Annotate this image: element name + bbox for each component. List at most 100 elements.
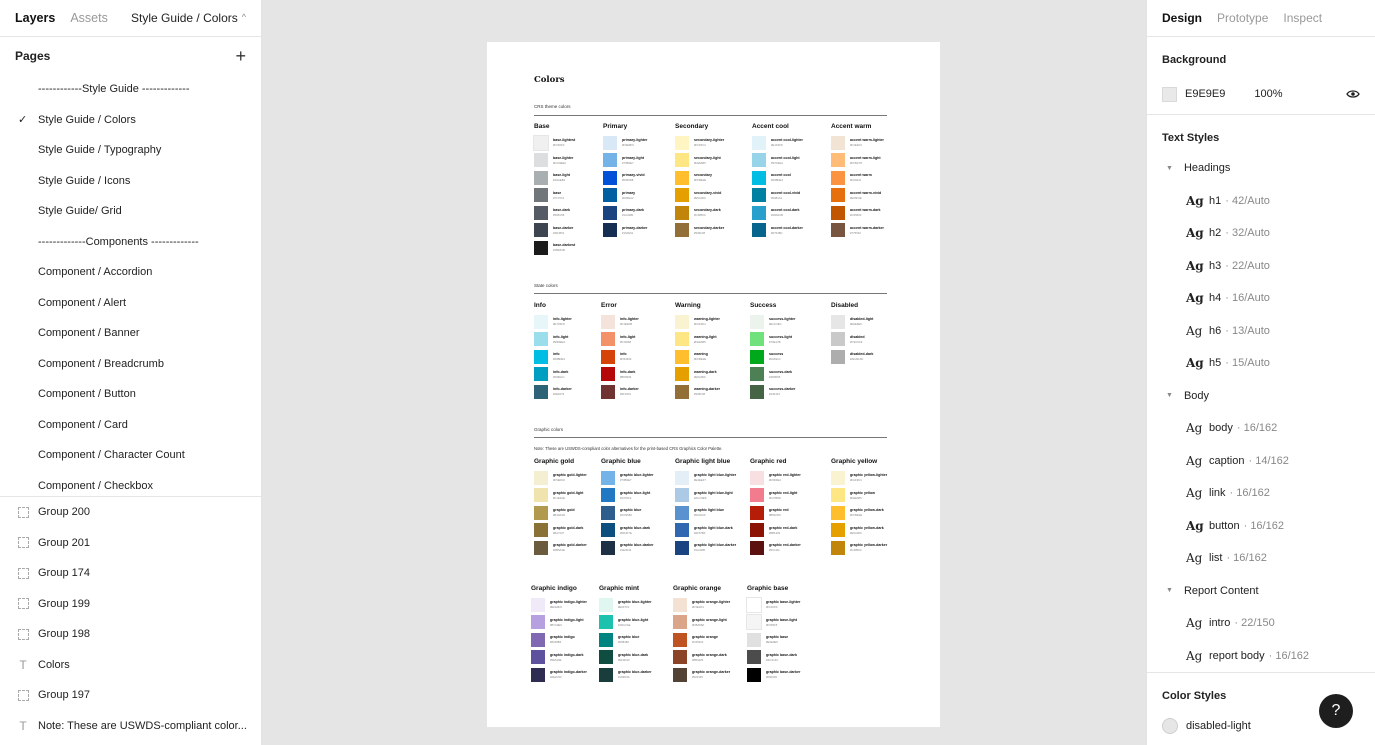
swatch-chip[interactable] [601, 314, 615, 329]
tab-inspect[interactable]: Inspect [1283, 11, 1322, 25]
swatch-chip[interactable] [603, 188, 617, 203]
color-swatch[interactable]: info-lighter #E7F6F8 [534, 313, 604, 331]
triangle-down-icon[interactable]: ▼ [1166, 392, 1173, 399]
swatch-chip[interactable] [599, 615, 613, 630]
color-swatch[interactable]: accent cool #00BDE3 [752, 169, 822, 187]
page-item[interactable]: -------------Components ------------- [0, 227, 261, 258]
swatch-chip[interactable] [673, 597, 687, 612]
color-swatch[interactable]: accent warm-dark #C05600 [831, 204, 901, 222]
text-style-item[interactable]: Ag caption · 14/162 [1147, 445, 1375, 478]
color-swatch[interactable]: info #D54309 [601, 348, 671, 366]
color-swatch[interactable]: graphic indigo #8168B3 [531, 631, 601, 649]
color-swatch[interactable]: graphic base-darker #000000 [747, 666, 817, 684]
text-style-group[interactable]: ▼ Report Content [1147, 575, 1375, 608]
page-item[interactable]: Component / Banner [0, 318, 261, 349]
swatch-chip[interactable] [831, 205, 845, 220]
swatch-chip[interactable] [534, 332, 548, 347]
layer-row[interactable]: Group 200 [0, 497, 261, 528]
color-swatch[interactable]: info #00BDE3 [534, 348, 604, 366]
color-swatch[interactable]: graphic base-light #F5F5F5 [746, 614, 817, 632]
swatch-chip[interactable] [675, 470, 689, 485]
page-item[interactable]: Style Guide/ Grid [0, 196, 261, 227]
color-swatch[interactable]: graphic indigo-darker #2E2C50 [531, 666, 601, 684]
swatch-chip[interactable] [534, 349, 548, 364]
swatch-chip[interactable] [534, 188, 548, 203]
color-swatch[interactable]: secondary-darker #936F38 [675, 222, 745, 240]
swatch-chip[interactable] [534, 470, 548, 485]
color-swatch[interactable]: graphic red-lighter #F8DFE2 [750, 469, 820, 487]
text-style-item[interactable]: Ag h4 · 16/Auto [1147, 282, 1375, 315]
swatch-chip[interactable] [752, 135, 766, 150]
swatch-chip[interactable] [831, 153, 845, 168]
page-item[interactable]: ------------Style Guide ------------- [0, 74, 261, 105]
text-style-item[interactable]: Ag h1 · 42/Auto [1147, 185, 1375, 218]
swatch-chip[interactable] [831, 523, 845, 538]
layer-row[interactable]: Group 174 [0, 558, 261, 589]
color-swatch[interactable]: graphic blue-light #2378C3 [601, 487, 671, 505]
swatch-chip[interactable] [601, 523, 615, 538]
swatch-chip[interactable] [675, 384, 689, 399]
color-swatch[interactable]: graphic gold-lighter #F5EFD2 [534, 469, 604, 487]
swatch-chip[interactable] [603, 135, 617, 150]
background-opacity[interactable]: 100% [1254, 88, 1282, 100]
text-style-item[interactable]: Ag intro · 22/150 [1147, 607, 1375, 640]
text-style-item[interactable]: Ag list · 16/162 [1147, 542, 1375, 575]
page-item[interactable]: ✓ Style Guide / Colors [0, 105, 261, 136]
swatch-chip[interactable] [747, 632, 761, 647]
swatch-chip[interactable] [675, 135, 689, 150]
canvas[interactable]: Colors CRS theme colors State colors Gra… [262, 0, 1146, 745]
swatch-chip[interactable] [531, 615, 545, 630]
color-swatch[interactable]: accent warm-lighter #F2E4D4 [831, 134, 901, 152]
color-swatch[interactable]: graphic indigo-lighter #EFE9F8 [531, 596, 601, 614]
swatch-chip[interactable] [601, 367, 615, 382]
color-swatch[interactable]: graphic blue-dark #0D4F7E [601, 522, 671, 540]
swatch-chip[interactable] [534, 488, 548, 503]
swatch-chip[interactable] [750, 488, 764, 503]
tab-prototype[interactable]: Prototype [1217, 11, 1268, 25]
swatch-chip[interactable] [531, 632, 545, 647]
color-swatch[interactable]: base-dark #565C65 [534, 204, 604, 222]
swatch-chip[interactable] [831, 540, 845, 555]
swatch-chip[interactable] [675, 205, 689, 220]
color-swatch[interactable]: graphic base #E0E0E0 [747, 631, 817, 649]
color-swatch[interactable]: accent cool-darker #07648D [752, 222, 822, 240]
color-swatch[interactable]: accent warm-vivid #E66F0E [831, 187, 901, 205]
color-swatch[interactable]: graphic red-darker #5C1111 [750, 539, 820, 557]
color-swatch[interactable]: success-lighter #ECF3EC [750, 313, 820, 331]
swatch-chip[interactable] [534, 153, 548, 168]
color-swatch[interactable]: accent cool-vivid #0081A1 [752, 187, 822, 205]
swatch-chip[interactable] [675, 367, 689, 382]
color-swatch[interactable]: success #00A91C [750, 348, 820, 366]
page-item[interactable]: Style Guide / Typography [0, 135, 261, 166]
background-color-chip[interactable] [1162, 86, 1177, 102]
color-swatch[interactable]: warning-lighter #FAF3D1 [675, 313, 745, 331]
color-swatch[interactable]: graphic light blue-light #ACC9E6 [675, 487, 745, 505]
swatch-chip[interactable] [752, 170, 766, 185]
eye-icon[interactable] [1346, 89, 1360, 99]
color-swatch[interactable]: graphic blue #008480 [599, 631, 669, 649]
page-item[interactable]: Component / Button [0, 379, 261, 410]
swatch-chip[interactable] [534, 170, 548, 185]
text-style-group[interactable]: ▼ Headings [1147, 152, 1375, 185]
page-item[interactable]: Style Guide / Icons [0, 166, 261, 197]
text-style-item[interactable]: Ag h3 · 22/Auto [1147, 250, 1375, 283]
text-style-item[interactable]: Ag report body · 16/162 [1147, 640, 1375, 673]
color-swatch[interactable]: secondary-light #FEE685 [675, 152, 745, 170]
swatch-chip[interactable] [599, 597, 613, 612]
swatch-chip[interactable] [675, 523, 689, 538]
color-swatch[interactable]: graphic light blue-darker #1A4480 [675, 539, 745, 557]
swatch-chip[interactable] [831, 470, 845, 485]
swatch-chip[interactable] [831, 505, 845, 520]
colors-frame[interactable]: Colors CRS theme colors State colors Gra… [487, 42, 940, 727]
color-swatch[interactable]: success-light #70E17B [750, 331, 820, 349]
tab-layers[interactable]: Layers [15, 11, 55, 25]
text-style-item[interactable]: Ag body · 16/162 [1147, 412, 1375, 445]
color-swatch[interactable]: base-darkest #1B1B1B [534, 239, 604, 257]
color-swatch[interactable]: success-darker #446443 [750, 383, 820, 401]
color-swatch[interactable]: base #71767A [534, 187, 604, 205]
color-swatch[interactable]: warning-dark #E5A000 [675, 366, 745, 384]
color-swatch[interactable]: graphic orange-darker #524336 [673, 666, 743, 684]
page-item[interactable]: Component / Alert [0, 288, 261, 319]
color-swatch[interactable]: graphic orange-dark #8B4425 [673, 649, 743, 667]
color-swatch[interactable]: graphic blue #2C5D8C [601, 504, 671, 522]
